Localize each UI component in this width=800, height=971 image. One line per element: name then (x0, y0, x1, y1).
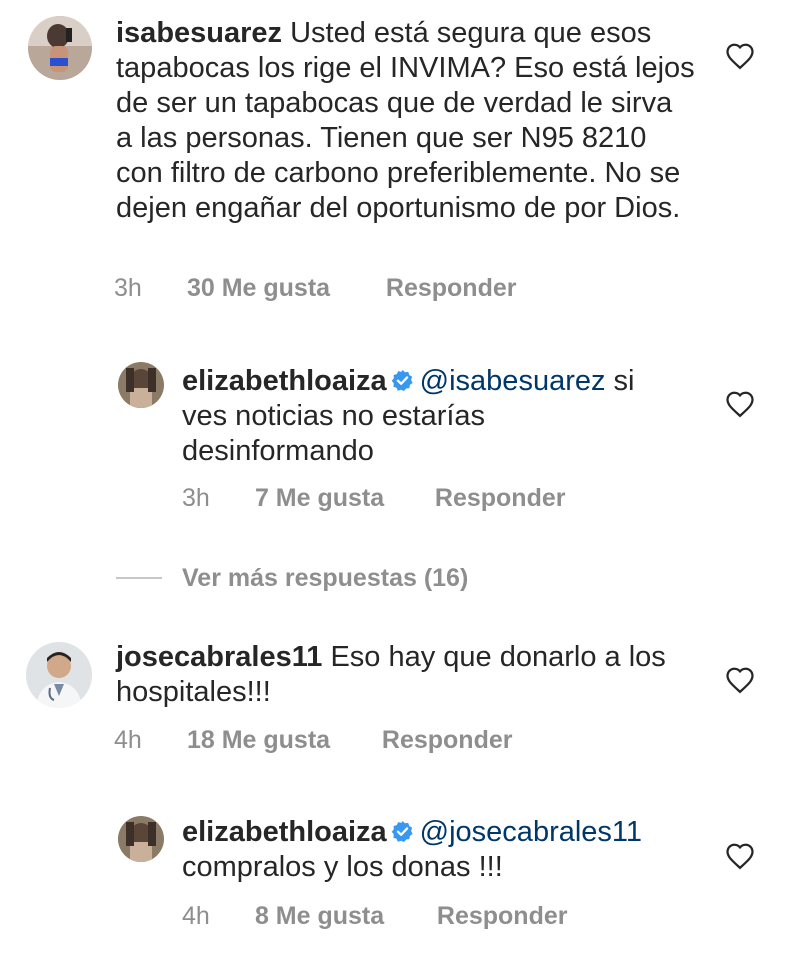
username[interactable]: elizabethloaiza (182, 365, 387, 397)
like-heart-icon[interactable] (725, 390, 755, 418)
timestamp: 4h (182, 902, 210, 930)
comment-meta: 3h 7 Me gusta Responder (182, 484, 566, 513)
reply-button[interactable]: Responder (382, 726, 513, 755)
avatar[interactable] (26, 642, 92, 708)
view-more-replies-button[interactable]: Ver más respuestas (16) (116, 560, 468, 596)
comment-text-block: elizabethloaiza @isabesuarez si ves notic… (182, 364, 682, 469)
comment-meta: 3h 30 Me gusta Responder (114, 274, 517, 303)
avatar[interactable] (118, 362, 164, 408)
comment-meta: 4h 8 Me gusta Responder (182, 902, 568, 931)
comment-body: compralos y los donas !!! (182, 851, 503, 883)
username[interactable]: josecabrales11 (116, 641, 322, 673)
timestamp: 4h (114, 726, 142, 754)
likes-count[interactable]: 18 Me gusta (187, 726, 375, 755)
comment-text-block: elizabethloaiza @josecabrales11 compralos… (182, 815, 702, 885)
mention-link[interactable]: @isabesuarez (420, 365, 606, 397)
likes-count[interactable]: 8 Me gusta (255, 902, 430, 931)
avatar-photo (28, 16, 92, 80)
mention-link[interactable]: @josecabrales11 (420, 816, 642, 848)
likes-count[interactable]: 7 Me gusta (255, 484, 428, 513)
avatar-photo (26, 642, 92, 708)
timestamp: 3h (114, 274, 142, 302)
like-heart-icon[interactable] (725, 42, 755, 70)
reply-button[interactable]: Responder (435, 484, 566, 513)
avatar-photo (118, 362, 164, 408)
like-heart-icon[interactable] (725, 842, 755, 870)
timestamp: 3h (182, 484, 210, 512)
comment-text-block: josecabrales11 Eso hay que donarlo a los… (116, 640, 676, 710)
like-heart-icon[interactable] (725, 666, 755, 694)
verified-badge-icon (391, 369, 413, 392)
username[interactable]: elizabethloaiza (182, 816, 387, 848)
divider-line (116, 577, 162, 579)
reply-button[interactable]: Responder (437, 902, 568, 931)
avatar[interactable] (118, 816, 164, 862)
username[interactable]: isabesuarez (116, 17, 282, 49)
reply-button[interactable]: Responder (386, 274, 517, 303)
comment-text-block: isabesuarez Usted está segura que esos t… (116, 16, 696, 226)
avatar-photo (118, 816, 164, 862)
comment-meta: 4h 18 Me gusta Responder (114, 726, 513, 755)
avatar[interactable] (28, 16, 92, 80)
view-more-label: Ver más respuestas (16) (182, 563, 469, 592)
likes-count[interactable]: 30 Me gusta (187, 274, 379, 303)
verified-badge-icon (391, 820, 413, 843)
